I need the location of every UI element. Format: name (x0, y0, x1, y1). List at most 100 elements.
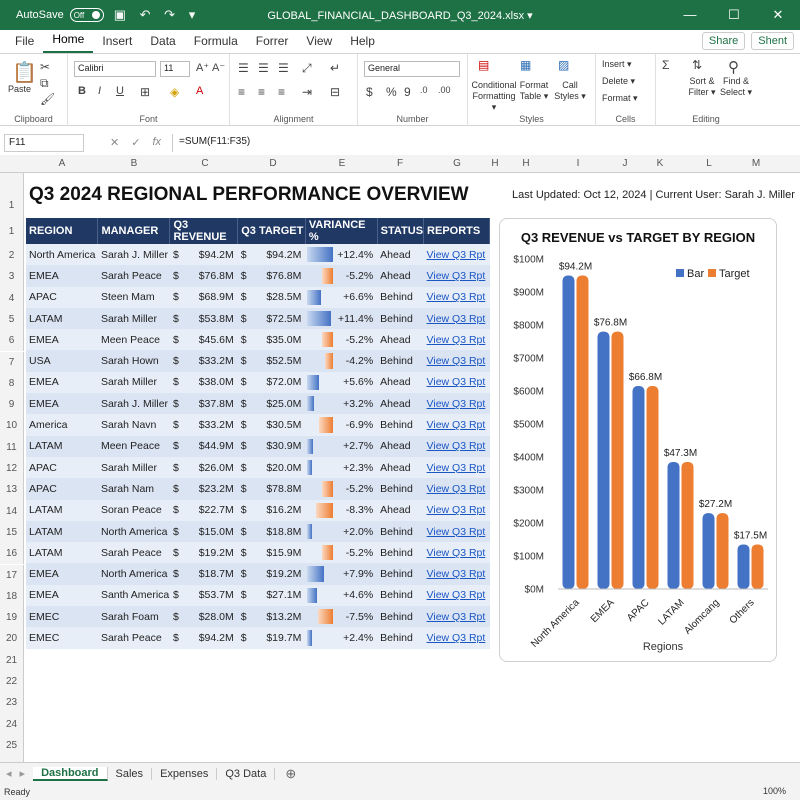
status-cell[interactable]: Ahead (377, 329, 424, 351)
row-header[interactable]: 17 (0, 564, 24, 586)
region-cell[interactable]: APAC (26, 478, 98, 500)
variance-cell[interactable]: +5.6% (305, 371, 378, 394)
report-link[interactable]: View Q3 Rpt (427, 291, 486, 303)
format-table-icon[interactable]: ▦ (520, 58, 531, 72)
revenue-cell[interactable]: $ $53.8M (169, 307, 238, 330)
table-row[interactable]: APAC Sarah Miller $ $26.0M $ $20.0M +2.3% … (26, 456, 490, 479)
cancel-icon[interactable]: ✕ (110, 136, 119, 149)
status-cell[interactable]: Ahead (377, 393, 424, 415)
close-icon[interactable]: ✕ (756, 0, 800, 30)
region-cell[interactable]: EMEA (26, 329, 98, 351)
conditional-formatting-button[interactable]: Conditional Formatting ▾ (470, 80, 518, 113)
row-header[interactable]: 24 (0, 713, 24, 735)
variance-cell[interactable]: +2.7% (305, 435, 378, 457)
sheet-tab-dashboard[interactable]: Dashboard (33, 766, 108, 781)
variance-cell[interactable]: -8.3% (305, 499, 378, 521)
paste-button[interactable]: Paste (8, 84, 31, 95)
row-header[interactable]: 10 (0, 415, 24, 437)
increase-decimal-icon[interactable]: .0 (420, 85, 428, 95)
target-cell[interactable]: $ $27.1M (237, 584, 306, 607)
revenue-cell[interactable]: $ $26.0M (169, 456, 238, 479)
region-cell[interactable]: LATAM (26, 520, 98, 543)
column-header[interactable]: M (750, 158, 762, 169)
row-header[interactable]: 14 (0, 500, 24, 522)
tab-forrer[interactable]: Forrer (247, 34, 298, 53)
status-cell[interactable]: Ahead (377, 265, 424, 287)
manager-cell[interactable]: Sarah Miller (97, 371, 170, 394)
table-row[interactable]: USA Sarah Hown $ $33.2M $ $52.5M -4.2% Beh… (26, 350, 490, 372)
table-row[interactable]: LATAM Sarah Miller $ $53.8M $ $72.5M +11.4… (26, 307, 490, 330)
report-link[interactable]: View Q3 Rpt (427, 526, 486, 538)
table-row[interactable]: EMEA North America $ $18.7M $ $19.2M +7.9%… (26, 563, 490, 585)
report-link[interactable]: View Q3 Rpt (427, 334, 486, 346)
manager-cell[interactable]: Sarah Navn (97, 414, 170, 436)
region-cell[interactable]: EMEA (26, 371, 98, 394)
zoom-level[interactable]: 100% (763, 786, 786, 796)
cut-icon[interactable]: ✂ (40, 60, 50, 74)
table-row[interactable]: EMEA Santh America $ $53.7M $ $27.1M +4.6%… (26, 584, 490, 607)
status-cell[interactable]: Behind (377, 286, 424, 308)
report-link[interactable]: View Q3 Rpt (427, 632, 486, 644)
customize-icon[interactable]: ▾ (189, 7, 196, 22)
find-select-button[interactable]: Find & Select ▾ (718, 76, 754, 98)
font-size-select[interactable]: 11 (160, 61, 190, 77)
number-format-select[interactable]: General (364, 61, 460, 77)
table-row[interactable]: EMEC Sarah Foam $ $28.0M $ $13.2M -7.5% Be… (26, 606, 490, 628)
row-header[interactable]: 2 (0, 245, 24, 267)
maximize-icon[interactable]: ☐ (712, 0, 756, 30)
region-cell[interactable]: EMEA (26, 265, 98, 287)
column-header[interactable]: I (572, 158, 584, 169)
format-painter-icon[interactable]: 🖌 (40, 92, 55, 106)
variance-cell[interactable]: -5.2% (305, 329, 378, 351)
status-cell[interactable]: Behind (377, 606, 424, 628)
region-cell[interactable]: LATAM (26, 542, 98, 564)
add-sheet-icon[interactable]: ⊕ (275, 766, 306, 782)
table-row[interactable]: LATAM Soran Peace $ $22.7M $ $16.2M -8.3% … (26, 499, 490, 521)
report-link[interactable]: View Q3 Rpt (427, 376, 486, 388)
share-button[interactable]: Share (701, 32, 746, 50)
report-link[interactable]: View Q3 Rpt (427, 504, 486, 516)
align-bottom-icon[interactable]: ☰ (278, 61, 289, 75)
target-cell[interactable]: $ $18.8M (237, 520, 306, 543)
currency-icon[interactable]: $ (366, 85, 373, 99)
manager-cell[interactable]: Sarah Peace (97, 542, 170, 564)
tab-home[interactable]: Home (43, 32, 94, 53)
row-header[interactable]: 25 (0, 734, 24, 757)
sheet-tab-sales[interactable]: Sales (108, 767, 153, 780)
decrease-decimal-icon[interactable]: .00 (438, 85, 451, 95)
borders-icon[interactable]: ⊞ (140, 85, 150, 99)
region-cell[interactable]: EMEA (26, 393, 98, 415)
merge-center-icon[interactable]: ⊟ (330, 85, 340, 99)
table-row[interactable]: America Sarah Navn $ $33.2M $ $30.5M -6.9%… (26, 414, 490, 436)
target-cell[interactable]: $ $30.5M (237, 414, 306, 436)
font-name-select[interactable]: Calibri (74, 61, 156, 77)
manager-cell[interactable]: Sarah Nam (97, 478, 170, 500)
revenue-cell[interactable]: $ $33.2M (169, 350, 238, 372)
target-cell[interactable]: $ $52.5M (237, 350, 306, 372)
cell-styles-icon[interactable]: ▨ (558, 58, 569, 72)
tab-formula[interactable]: Formula (185, 34, 247, 53)
column-header[interactable]: E (336, 158, 348, 169)
revenue-cell[interactable]: $ $94.2M (169, 627, 238, 649)
status-cell[interactable]: Ahead (377, 244, 424, 266)
manager-cell[interactable]: Meen Peace (97, 435, 170, 457)
target-cell[interactable]: $ $19.7M (237, 627, 306, 649)
row-header[interactable]: 1 (0, 173, 24, 219)
target-cell[interactable]: $ $19.2M (237, 563, 306, 585)
status-cell[interactable]: Behind (377, 563, 424, 585)
region-cell[interactable]: APAC (26, 286, 98, 308)
align-middle-icon[interactable]: ☰ (258, 61, 269, 75)
table-row[interactable]: EMEA Meen Peace $ $45.6M $ $35.0M -5.2% Ah… (26, 329, 490, 351)
variance-cell[interactable]: -7.5% (305, 606, 378, 628)
region-cell[interactable]: APAC (26, 456, 98, 479)
minimize-icon[interactable]: — (668, 0, 712, 30)
variance-cell[interactable]: -4.2% (305, 350, 378, 372)
row-header[interactable]: 3 (0, 266, 24, 288)
revenue-cell[interactable]: $ $23.2M (169, 478, 238, 500)
font-color-icon[interactable]: A (196, 85, 203, 97)
variance-cell[interactable]: -6.9% (305, 414, 378, 436)
format-table-button[interactable]: Format Table ▾ (516, 80, 552, 102)
manager-cell[interactable]: Sarah Foam (97, 606, 170, 628)
row-header[interactable]: 12 (0, 458, 24, 480)
variance-cell[interactable]: +12.4% (305, 244, 378, 266)
